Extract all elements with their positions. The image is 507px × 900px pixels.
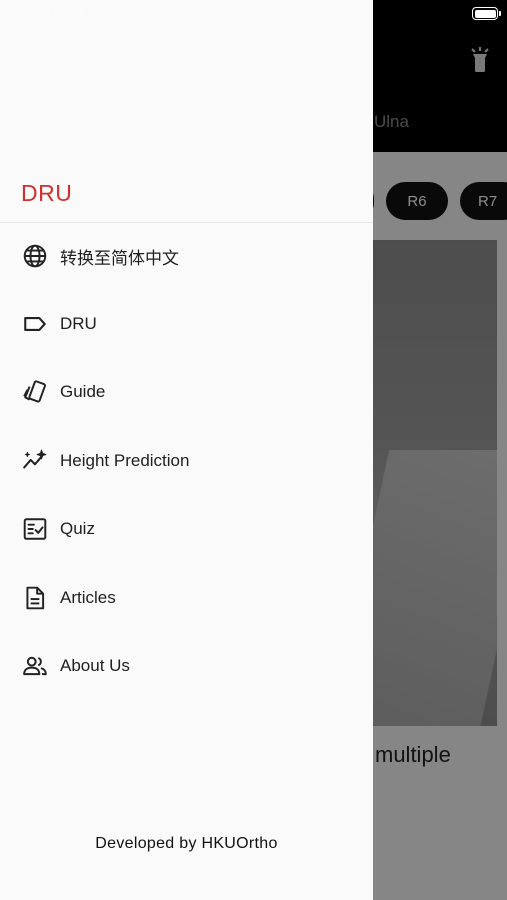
globe-icon: [22, 243, 48, 269]
menu-item-label: DRU: [60, 314, 97, 333]
label-tag-icon: [22, 311, 48, 337]
navigation-drawer: DRU 转换至简体中文 DRU Guide Height Prediction …: [0, 0, 373, 900]
developer-credit: Developed by HKUOrtho: [95, 835, 278, 852]
menu-item-articles[interactable]: Articles: [0, 568, 373, 628]
menu-item-guide[interactable]: Guide: [0, 362, 373, 422]
menu-item-quiz[interactable]: Quiz: [0, 499, 373, 559]
document-icon: [22, 585, 48, 611]
menu-item-height-prediction[interactable]: Height Prediction: [0, 431, 373, 491]
status-time: 9:41 AM: [32, 5, 84, 21]
sparkle-trend-icon: [22, 448, 48, 474]
drawer-header: DRU: [0, 160, 373, 223]
menu-item-label: 转换至简体中文: [60, 248, 179, 268]
menu-item-dru[interactable]: DRU: [0, 294, 373, 354]
menu-item-label: Quiz: [60, 519, 95, 538]
cards-icon: [22, 379, 48, 405]
menu-item-label: Articles: [60, 588, 116, 607]
people-icon: [22, 653, 48, 679]
menu-item-label: Height Prediction: [60, 451, 190, 470]
status-battery-percent: 100%: [222, 5, 258, 21]
menu-item-label: About Us: [60, 656, 130, 675]
menu-item-label: Guide: [60, 382, 106, 401]
drawer-title: DRU: [21, 180, 73, 206]
menu-item-switch-language[interactable]: 转换至简体中文: [0, 226, 373, 286]
battery-icon: [472, 7, 498, 20]
menu-item-about-us[interactable]: About Us: [0, 636, 373, 696]
checklist-icon: [22, 516, 48, 542]
status-bar: 9:41 AM 100%: [0, 0, 507, 28]
